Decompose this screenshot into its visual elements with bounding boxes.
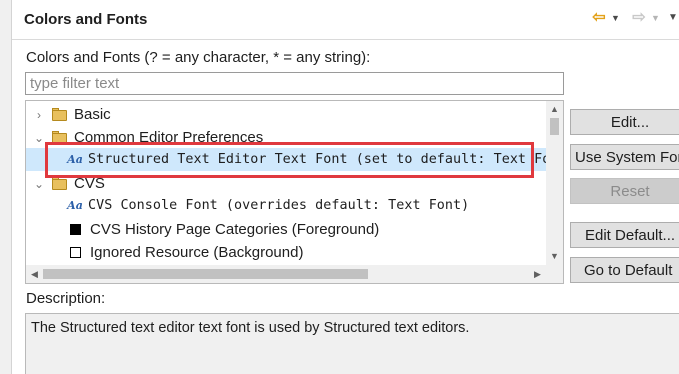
page-title: Colors and Fonts (24, 11, 148, 28)
description-box: The Structured text editor text font is … (25, 313, 679, 374)
scrollbar-corner (546, 265, 563, 283)
font-icon: Aa (67, 199, 83, 212)
colors-fonts-tree[interactable]: › Basic ⌄ Common Editor Preferences Aa S… (25, 100, 564, 284)
tree-item-label: CVS History Page Categories (Foreground) (90, 221, 380, 238)
font-icon: Aa (67, 153, 83, 166)
folder-icon (52, 108, 68, 121)
tree-item-basic[interactable]: › Basic (26, 103, 546, 126)
page-header: Colors and Fonts ⇦ ▼ ⇨ ▼ ▼ (12, 0, 679, 40)
tree-rows: › Basic ⌄ Common Editor Preferences Aa S… (26, 101, 546, 265)
go-to-default-button[interactable]: Go to Default (570, 257, 679, 283)
tree-item-label: Basic (74, 106, 111, 123)
tree-item-label: Structured Text Editor Text Font (set to… (88, 152, 546, 167)
chevron-down-icon[interactable]: ⌄ (32, 177, 46, 191)
horizontal-scroll-thumb[interactable] (43, 269, 368, 279)
window-left-edge (0, 0, 12, 374)
tree-item-label: CVS Console Font (overrides default: Tex… (88, 198, 470, 213)
use-system-font-button[interactable]: Use System Font (570, 144, 679, 170)
tree-item-common-editor-preferences[interactable]: ⌄ Common Editor Preferences (26, 126, 546, 149)
filter-input[interactable] (26, 73, 563, 94)
chevron-down-icon[interactable]: ⌄ (32, 131, 46, 145)
scroll-up-icon[interactable]: ▲ (546, 101, 563, 118)
tree-item-cvs-console-font[interactable]: Aa CVS Console Font (overrides default: … (26, 194, 546, 217)
folder-icon (52, 177, 68, 190)
description-label: Description: (26, 290, 106, 307)
arrow-left-icon[interactable]: ⇦ (590, 9, 608, 27)
color-swatch-icon (70, 247, 81, 258)
forward-navigation[interactable]: ⇨ ▼ (630, 8, 660, 28)
tree-item-label: Ignored Resource (Background) (90, 244, 304, 261)
vertical-scroll-thumb[interactable] (550, 118, 559, 135)
chevron-down-icon[interactable]: ▼ (651, 13, 660, 23)
horizontal-scrollbar[interactable]: ◀ ▶ (26, 265, 546, 283)
scroll-left-icon[interactable]: ◀ (26, 265, 43, 283)
scroll-right-icon[interactable]: ▶ (529, 265, 546, 283)
view-menu-icon[interactable]: ▼ (668, 12, 678, 23)
tree-item-cvs-history-categories[interactable]: CVS History Page Categories (Foreground) (26, 218, 546, 241)
chevron-down-icon[interactable]: ▼ (611, 13, 620, 23)
tree-item-label: CVS (74, 175, 105, 192)
color-swatch-icon (70, 224, 81, 235)
back-navigation[interactable]: ⇦ ▼ (590, 8, 620, 28)
filter-field[interactable] (25, 72, 564, 95)
description-text: The Structured text editor text font is … (31, 320, 470, 336)
chevron-right-icon[interactable]: › (32, 108, 46, 122)
arrow-right-icon[interactable]: ⇨ (630, 9, 648, 27)
edit-default-button[interactable]: Edit Default... (570, 222, 679, 248)
tree-item-label: Common Editor Preferences (74, 129, 264, 146)
section-label: Colors and Fonts (? = any character, * =… (26, 49, 371, 66)
scroll-down-icon[interactable]: ▼ (546, 248, 563, 265)
tree-item-ignored-resource[interactable]: Ignored Resource (Background) (26, 241, 546, 264)
tree-item-cvs[interactable]: ⌄ CVS (26, 172, 546, 195)
edit-button[interactable]: Edit... (570, 109, 679, 135)
folder-icon (52, 131, 68, 144)
vertical-scrollbar[interactable]: ▲ ▼ (546, 101, 563, 265)
tree-item-structured-text-editor-font[interactable]: Aa Structured Text Editor Text Font (set… (26, 148, 546, 171)
reset-button[interactable]: Reset (570, 178, 679, 204)
